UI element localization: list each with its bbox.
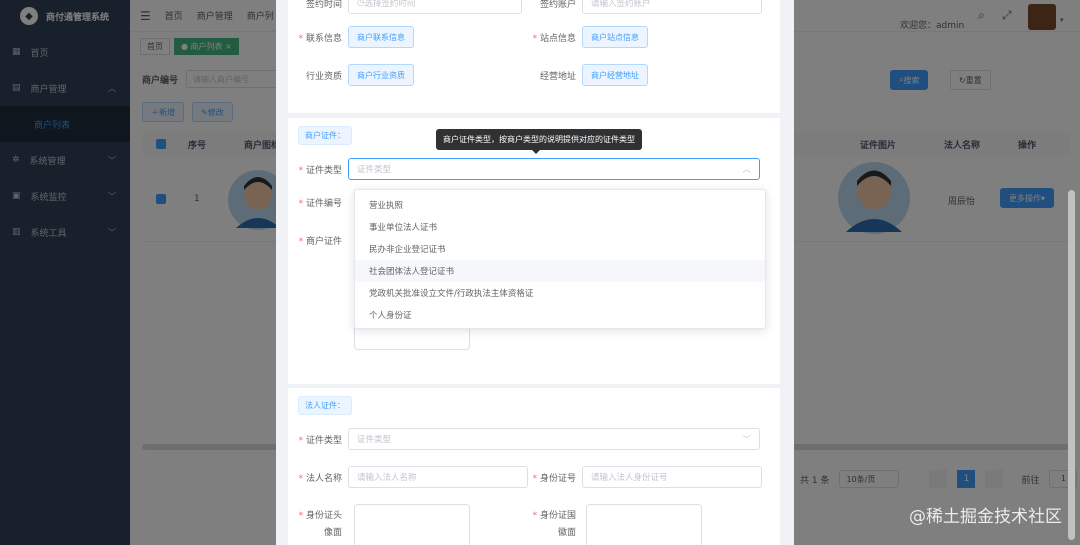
chevron-up-icon: ︿	[742, 165, 751, 175]
legal-type-row: * 证件类型 证件类型 ﹀	[288, 428, 760, 450]
option-business-license[interactable]: 营业执照	[355, 194, 765, 216]
legal-section-tag: 法人证件：	[298, 396, 352, 415]
cert-number-row: * 证件编号	[298, 199, 342, 209]
option-social-organization[interactable]: 社会团体法人登记证书	[355, 260, 765, 282]
cert-type-select[interactable]: 证件类型 ︿	[348, 158, 760, 180]
id-front-uploader[interactable]	[354, 504, 470, 545]
chevron-down-icon: ﹀	[742, 435, 751, 445]
industry-row: 行业资质 商户行业资质	[288, 64, 414, 86]
cert-upload-row: * 商户证件	[298, 237, 342, 247]
cert-section-tag: 商户证件：	[298, 126, 352, 145]
contact-row: * 联系信息 商户联系信息	[288, 26, 414, 48]
legal-name-row: * 法人名称 请输入法人名称	[288, 466, 528, 488]
sign-account-input[interactable]: 请输入签约账户	[582, 0, 762, 14]
industry-qualification-button[interactable]: 商户行业资质	[348, 64, 414, 86]
id-number-row: * 身份证号 请输入法人身份证号	[522, 466, 762, 488]
page-scrollbar[interactable]	[1068, 190, 1075, 540]
cert-type-dropdown: 营业执照 事业单位法人证书 民办非企业登记证书 社会团体法人登记证书 党政机关批…	[354, 189, 766, 329]
sign-account-row: 签约账户 请输入签约账户	[522, 0, 762, 14]
site-info-button[interactable]: 商户站点信息	[582, 26, 648, 48]
id-back-row: * 身份证国 徽面	[532, 511, 576, 539]
merchant-info-section: 签约时间 ◷ 选择签约时间 签约账户 请输入签约账户 * 联系信息 商户联系信息 * …	[288, 0, 780, 113]
address-row: 经营地址 商户经营地址	[522, 64, 648, 86]
watermark: @稀土掘金技术社区	[909, 507, 1062, 527]
legal-name-input[interactable]: 请输入法人名称	[348, 466, 528, 488]
option-personal-id[interactable]: 个人身份证	[355, 304, 765, 326]
id-front-row: * 身份证头 像面	[298, 511, 342, 539]
cert-type-tooltip: 商户证件类型，按商户类型的说明提供对应的证件类型	[436, 129, 642, 154]
id-back-uploader[interactable]	[586, 504, 702, 545]
sign-time-row: 签约时间 ◷ 选择签约时间	[288, 0, 522, 14]
cert-type-row: * 证件类型 证件类型 ︿	[288, 158, 760, 180]
legal-cert-type-select[interactable]: 证件类型 ﹀	[348, 428, 760, 450]
option-public-institution[interactable]: 事业单位法人证书	[355, 216, 765, 238]
sign-time-picker[interactable]: ◷ 选择签约时间	[348, 0, 522, 14]
site-row: * 站点信息 商户站点信息	[522, 26, 648, 48]
option-private-non-enterprise[interactable]: 民办非企业登记证书	[355, 238, 765, 260]
business-address-button[interactable]: 商户经营地址	[582, 64, 648, 86]
option-government-document[interactable]: 党政机关批准设立文件/行政执法主体资格证	[355, 282, 765, 304]
contact-info-button[interactable]: 商户联系信息	[348, 26, 414, 48]
legal-cert-section: 法人证件： * 证件类型 证件类型 ﹀ * 法人名称 请输入法人名称 * 身份证号 请输…	[288, 388, 780, 545]
id-number-input[interactable]: 请输入法人身份证号	[582, 466, 762, 488]
